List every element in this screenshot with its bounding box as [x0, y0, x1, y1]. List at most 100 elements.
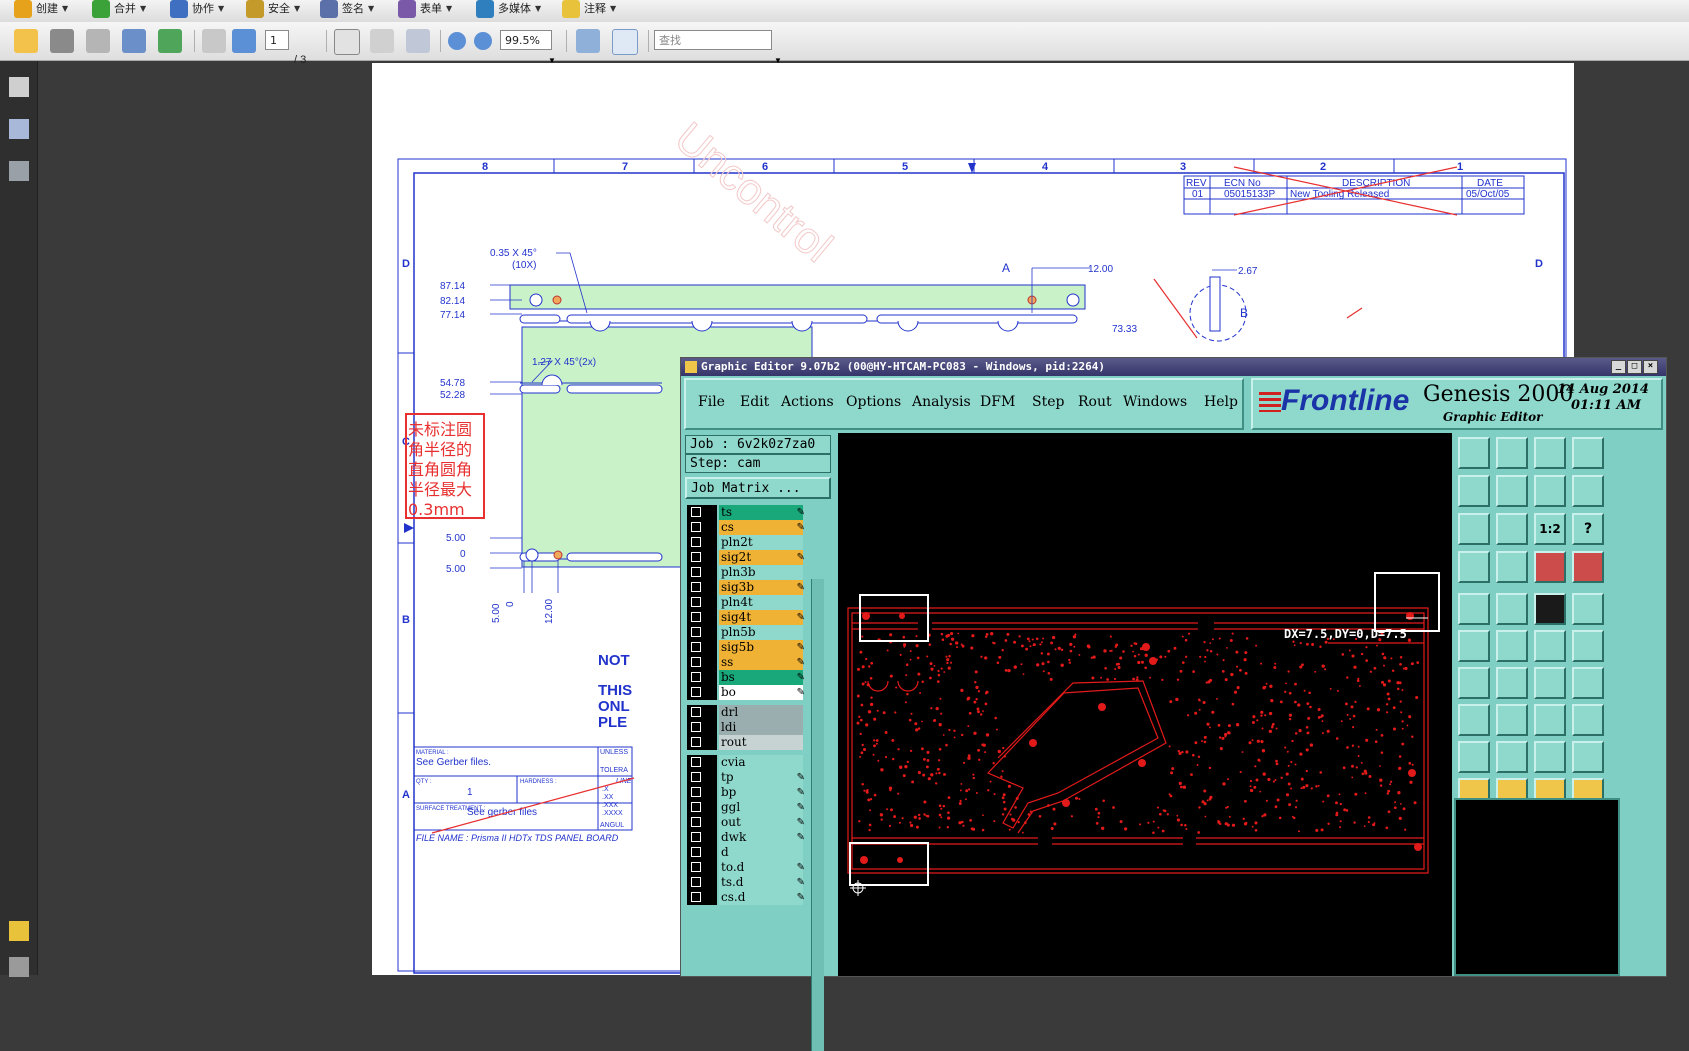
layer-row[interactable]: rout: [687, 735, 807, 750]
parallel-lines-icon[interactable]: [1572, 667, 1604, 699]
layer-name[interactable]: ss: [719, 655, 803, 670]
layer-row[interactable]: ggl ✎: [687, 800, 807, 815]
layer-checkbox[interactable]: [691, 757, 701, 767]
layer-checkbox[interactable]: [691, 877, 701, 887]
layer-checkbox[interactable]: [691, 817, 701, 827]
page-number-input[interactable]: 1: [265, 30, 289, 50]
layer-name[interactable]: ldi: [719, 720, 803, 735]
close-button[interactable]: ×: [1643, 360, 1658, 374]
layer-row[interactable]: pln2t: [687, 535, 807, 550]
layer-row[interactable]: to.d ✎: [687, 860, 807, 875]
zoom-out-icon[interactable]: [448, 32, 466, 50]
layer-row[interactable]: ts.d ✎: [687, 875, 807, 890]
layer-checkbox[interactable]: [691, 552, 701, 562]
pages-icon[interactable]: [9, 77, 29, 97]
circle-fill-icon[interactable]: [1572, 593, 1604, 625]
zoom-in-icon[interactable]: [474, 32, 492, 50]
layer-checkbox[interactable]: [691, 522, 701, 532]
angle-icon[interactable]: [1458, 667, 1490, 699]
resize-icon[interactable]: [1534, 704, 1566, 736]
layer-row[interactable]: tp ✎: [687, 770, 807, 785]
open-folder-icon[interactable]: [14, 29, 38, 53]
layer-row[interactable]: bo ✎: [687, 685, 807, 700]
sign-menu[interactable]: 签名 ▼: [320, 0, 374, 18]
add-pad-icon[interactable]: [1458, 593, 1490, 625]
layer-row[interactable]: sig3b ✎: [687, 580, 807, 595]
layer-name[interactable]: bs: [719, 670, 803, 685]
multimedia-menu[interactable]: 多媒体 ▼: [476, 0, 541, 18]
layer-name[interactable]: bp: [719, 785, 803, 800]
layer-checkbox[interactable]: [691, 832, 701, 842]
layer-row[interactable]: out ✎: [687, 815, 807, 830]
pan-icon[interactable]: [1496, 513, 1528, 545]
layer-name[interactable]: pln4t: [719, 595, 803, 610]
layer-checkbox[interactable]: [691, 582, 701, 592]
layer-name[interactable]: sig3b: [719, 580, 803, 595]
zoom-level-input[interactable]: 99.5%: [500, 30, 552, 50]
layer-checkbox[interactable]: [691, 537, 701, 547]
fit-page-icon[interactable]: [612, 29, 638, 55]
graphic-canvas[interactable]: DX=7.5,DY=0,D=7.5: [838, 433, 1452, 976]
signatures-icon[interactable]: [9, 161, 29, 181]
fit-icon[interactable]: [1458, 513, 1490, 545]
comments-icon[interactable]: [9, 921, 29, 941]
layer-row[interactable]: cs ✎: [687, 520, 807, 535]
menu-help[interactable]: Help: [1204, 394, 1238, 410]
collaborate-menu[interactable]: 协作 ▼: [170, 0, 224, 18]
measure-point-icon[interactable]: [1534, 551, 1566, 583]
layer-name[interactable]: cs: [719, 520, 803, 535]
layer-checkbox[interactable]: [691, 687, 701, 697]
layer-checkbox[interactable]: [691, 892, 701, 902]
layer-checkbox[interactable]: [691, 707, 701, 717]
layer-checkbox[interactable]: [691, 722, 701, 732]
zoom-home-icon[interactable]: [1458, 437, 1490, 469]
home-icon[interactable]: [1534, 437, 1566, 469]
layer-name[interactable]: ts.d: [719, 875, 803, 890]
layer-name[interactable]: ggl: [719, 800, 803, 815]
minimize-button[interactable]: _: [1611, 360, 1626, 374]
web-icon[interactable]: [158, 29, 182, 53]
layer-row[interactable]: dwk ✎: [687, 830, 807, 845]
arrow-right-icon[interactable]: [1496, 475, 1528, 507]
create-menu[interactable]: 创建 ▼: [14, 0, 68, 18]
menu-analysis[interactable]: Analysis: [912, 394, 971, 410]
line-icon[interactable]: [1496, 667, 1528, 699]
layer-row[interactable]: bp ✎: [687, 785, 807, 800]
forms-menu[interactable]: 表单 ▼: [398, 0, 452, 18]
layer-row[interactable]: sig2t ✎: [687, 550, 807, 565]
layer-checkbox[interactable]: [691, 787, 701, 797]
menu-rout[interactable]: Rout: [1078, 394, 1112, 410]
layer-row[interactable]: pln5b: [687, 625, 807, 640]
fit-width-icon[interactable]: [576, 29, 600, 53]
next-page-icon[interactable]: [232, 29, 256, 53]
layer-checkbox[interactable]: [691, 597, 701, 607]
layer-name[interactable]: tp: [719, 770, 803, 785]
layer-name[interactable]: pln5b: [719, 625, 803, 640]
layer-name[interactable]: to.d: [719, 860, 803, 875]
layer-row[interactable]: cs.d ✎: [687, 890, 807, 905]
swap-icon[interactable]: [1534, 475, 1566, 507]
layer-checkbox[interactable]: [691, 612, 701, 622]
menu-file[interactable]: File: [698, 394, 725, 410]
cross-icon[interactable]: [1496, 630, 1528, 662]
snap-icon[interactable]: [1458, 551, 1490, 583]
layer-row[interactable]: ss ✎: [687, 655, 807, 670]
layer-list-scrollbar[interactable]: [811, 579, 824, 1051]
layer-row[interactable]: bs ✎: [687, 670, 807, 685]
layer-checkbox[interactable]: [691, 862, 701, 872]
menu-edit[interactable]: Edit: [740, 394, 769, 410]
layer-row[interactable]: sig5b ✎: [687, 640, 807, 655]
layer-checkbox[interactable]: [691, 657, 701, 667]
layer-name[interactable]: bo: [719, 685, 803, 700]
window-title-bar[interactable]: Graphic Editor 9.07b2 (00@HY-HTCAM-PC083…: [681, 358, 1666, 376]
layer-checkbox[interactable]: [691, 627, 701, 637]
find-input[interactable]: 查找: [654, 30, 772, 50]
security-menu[interactable]: 安全 ▼: [246, 0, 300, 18]
print-icon[interactable]: [50, 29, 74, 53]
triangle-cut-icon[interactable]: [1572, 741, 1604, 773]
select-cursor-icon[interactable]: [334, 29, 360, 55]
redraw-icon[interactable]: [1572, 475, 1604, 507]
layer-row[interactable]: pln3b: [687, 565, 807, 580]
menu-dfm[interactable]: DFM: [980, 394, 1015, 410]
arrow-left-icon[interactable]: [1458, 475, 1490, 507]
